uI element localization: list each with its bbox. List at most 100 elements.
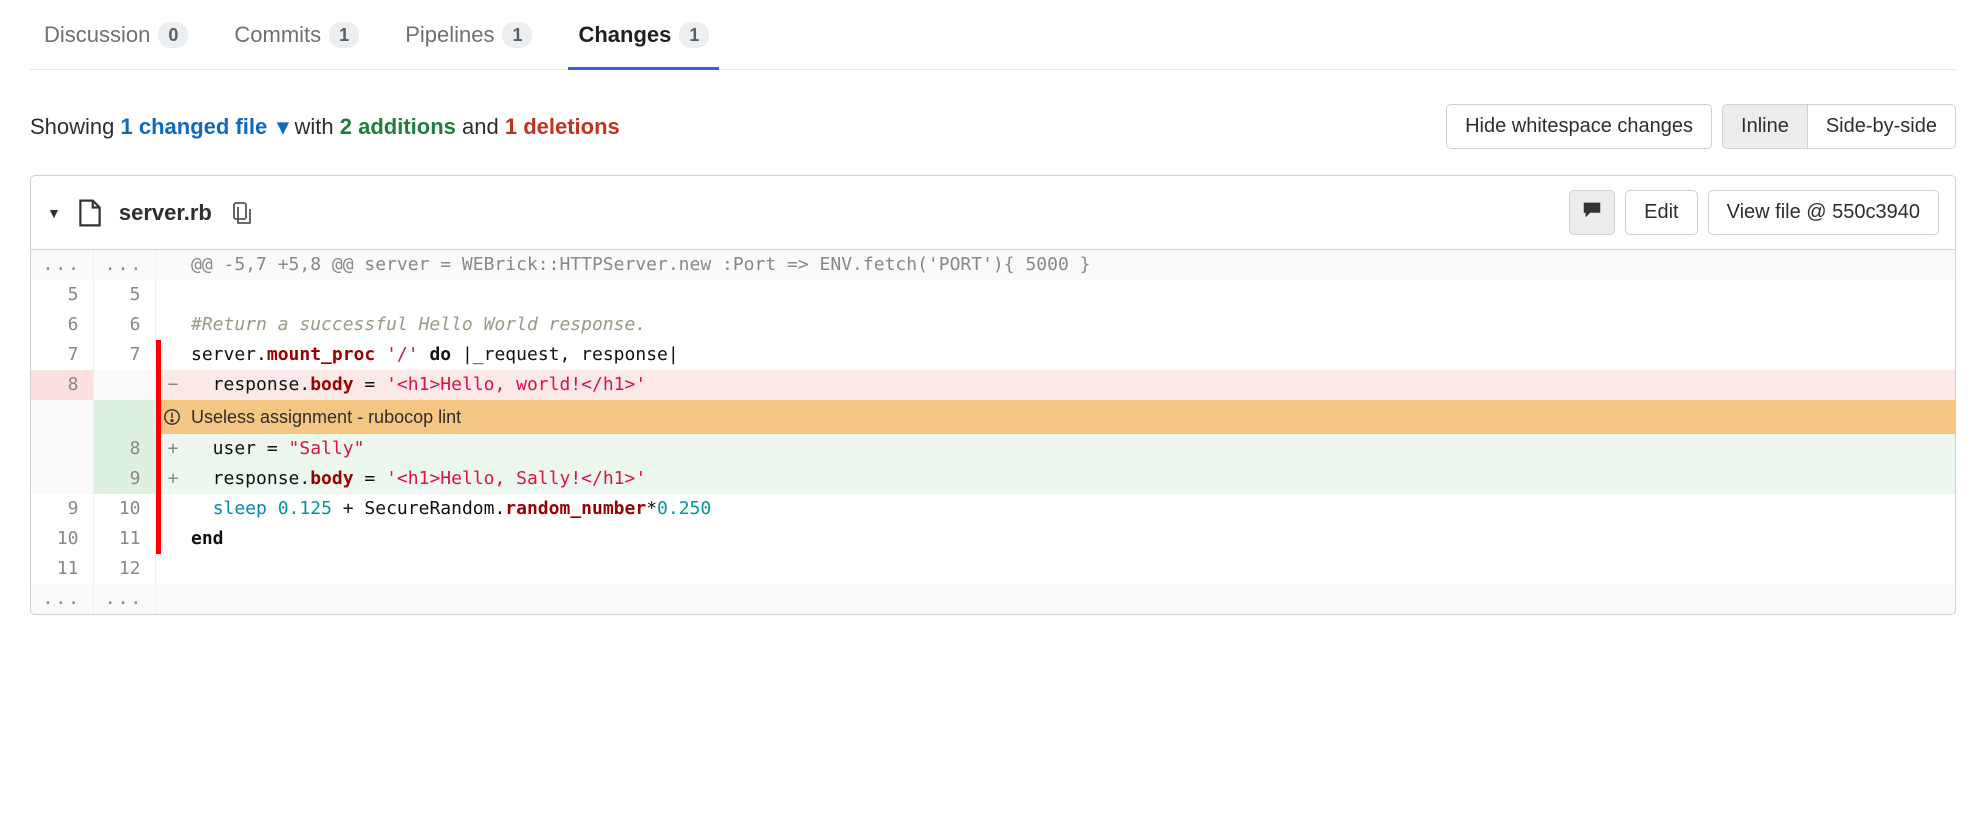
line-number-old[interactable]: ... [31, 584, 93, 614]
diff-sign [161, 554, 185, 584]
line-number-old[interactable]: 9 [31, 494, 93, 524]
line-number-new[interactable]: 11 [93, 524, 155, 554]
tab-commits[interactable]: Commits 1 [230, 0, 363, 69]
code-line: end [185, 524, 1955, 554]
line-number-old[interactable]: 11 [31, 554, 93, 584]
diff-line-added: 9 + response.body = '<h1>Hello, Sally!</… [31, 464, 1955, 494]
diff-line-ctx: 11 12 [31, 554, 1955, 584]
button-label: Hide whitespace changes [1465, 115, 1693, 138]
hide-whitespace-button[interactable]: Hide whitespace changes [1446, 104, 1712, 149]
line-number-old[interactable]: 10 [31, 524, 93, 554]
tab-count: 1 [679, 22, 709, 48]
line-number-old [31, 400, 93, 434]
diff-file: ▼ server.rb [30, 175, 1956, 615]
tab-count: 1 [502, 22, 532, 48]
line-number-new[interactable]: 10 [93, 494, 155, 524]
tab-count: 1 [329, 22, 359, 48]
lint-warning-row: Useless assignment - rubocop lint [31, 400, 1955, 434]
line-number-new[interactable]: 8 [93, 434, 155, 464]
file-name: server.rb [119, 200, 212, 226]
lint-warning: Useless assignment - rubocop lint [161, 400, 1955, 434]
code-line [185, 584, 1955, 614]
code-line [185, 554, 1955, 584]
diff-summary-row: Showing 1 changed file ▾ with 2 addition… [30, 104, 1956, 149]
diff-sign: + [161, 464, 185, 494]
code-line: #Return a successful Hello World respons… [185, 310, 1955, 340]
tab-label: Changes [578, 22, 671, 48]
diff-line-removed: 8 − response.body = '<h1>Hello, world!</… [31, 370, 1955, 400]
line-number-new[interactable]: ... [93, 250, 155, 280]
code-line [185, 280, 1955, 310]
diff-line-added: 8 + user = "Sally" [31, 434, 1955, 464]
diff-line-ctx: 7 7 server.mount_proc '/' do |_request, … [31, 340, 1955, 370]
warning-icon [163, 408, 181, 426]
hunk-footer-row: ... ... [31, 584, 1955, 614]
mr-tabs: Discussion 0 Commits 1 Pipelines 1 Chang… [30, 0, 1956, 70]
line-number-new[interactable]: 6 [93, 310, 155, 340]
changed-files-label: 1 changed file [121, 114, 268, 139]
line-number-new[interactable] [93, 370, 155, 400]
diff-line-ctx: 6 6 #Return a successful Hello World res… [31, 310, 1955, 340]
button-label: Side-by-side [1826, 115, 1937, 138]
line-number-new[interactable]: 5 [93, 280, 155, 310]
sign-col [161, 250, 185, 280]
diff-line-ctx: 5 5 [31, 280, 1955, 310]
diff-table: ... ... @@ -5,7 +5,8 @@ server = WEBrick… [31, 250, 1955, 614]
tab-label: Pipelines [405, 22, 494, 48]
file-header-left: ▼ server.rb [47, 199, 254, 227]
diff-sign [161, 280, 185, 310]
code-line: sleep 0.125 + SecureRandom.random_number… [185, 494, 1955, 524]
tab-count: 0 [158, 22, 188, 48]
code-line: response.body = '<h1>Hello, world!</h1>' [185, 370, 1955, 400]
side-by-side-view-button[interactable]: Side-by-side [1808, 104, 1956, 149]
tab-changes[interactable]: Changes 1 [574, 0, 713, 69]
diff-sign [161, 494, 185, 524]
line-number-new [93, 400, 155, 434]
tab-label: Discussion [44, 22, 150, 48]
hunk-header: @@ -5,7 +5,8 @@ server = WEBrick::HTTPSe… [185, 250, 1955, 280]
sign-col [161, 584, 185, 614]
summary-and: and [462, 114, 505, 139]
additions-count: 2 additions [340, 114, 456, 139]
view-file-button[interactable]: View file @ 550c3940 [1708, 190, 1939, 235]
copy-path-icon[interactable] [230, 201, 254, 225]
line-number-new[interactable]: 7 [93, 340, 155, 370]
collapse-icon[interactable]: ▼ [47, 205, 61, 221]
line-number-new[interactable]: 9 [93, 464, 155, 494]
line-number-new[interactable]: ... [93, 584, 155, 614]
hunk-header-row: ... ... @@ -5,7 +5,8 @@ server = WEBrick… [31, 250, 1955, 280]
diff-summary: Showing 1 changed file ▾ with 2 addition… [30, 114, 620, 140]
line-number-new[interactable]: 12 [93, 554, 155, 584]
lint-message: Useless assignment - rubocop lint [191, 402, 461, 432]
line-number-old[interactable]: 6 [31, 310, 93, 340]
comment-icon [1581, 199, 1603, 226]
changed-files-dropdown[interactable]: 1 changed file ▾ [121, 114, 295, 139]
deletions-count: 1 deletions [505, 114, 620, 139]
line-number-old[interactable] [31, 464, 93, 494]
inline-view-button[interactable]: Inline [1722, 104, 1808, 149]
line-number-old[interactable]: 5 [31, 280, 93, 310]
caret-down-icon: ▾ [277, 114, 288, 140]
diff-sign [161, 340, 185, 370]
file-icon [79, 199, 101, 227]
tab-discussion[interactable]: Discussion 0 [40, 0, 192, 69]
view-mode-toggle: Inline Side-by-side [1722, 104, 1956, 149]
tab-pipelines[interactable]: Pipelines 1 [401, 0, 536, 69]
tab-label: Commits [234, 22, 321, 48]
line-number-old[interactable] [31, 434, 93, 464]
diff-sign [161, 310, 185, 340]
diff-line-ctx: 10 11 end [31, 524, 1955, 554]
button-label: Edit [1644, 201, 1678, 224]
diff-sign: + [161, 434, 185, 464]
edit-file-button[interactable]: Edit [1625, 190, 1697, 235]
line-number-old[interactable]: 8 [31, 370, 93, 400]
diff-line-ctx: 9 10 sleep 0.125 + SecureRandom.random_n… [31, 494, 1955, 524]
code-line: server.mount_proc '/' do |_request, resp… [185, 340, 1955, 370]
file-header-right: Edit View file @ 550c3940 [1569, 190, 1939, 235]
line-number-old[interactable]: 7 [31, 340, 93, 370]
diff-sign: − [161, 370, 185, 400]
comment-button[interactable] [1569, 190, 1615, 235]
button-label: Inline [1741, 115, 1789, 138]
line-number-old[interactable]: ... [31, 250, 93, 280]
code-line: response.body = '<h1>Hello, Sally!</h1>' [185, 464, 1955, 494]
